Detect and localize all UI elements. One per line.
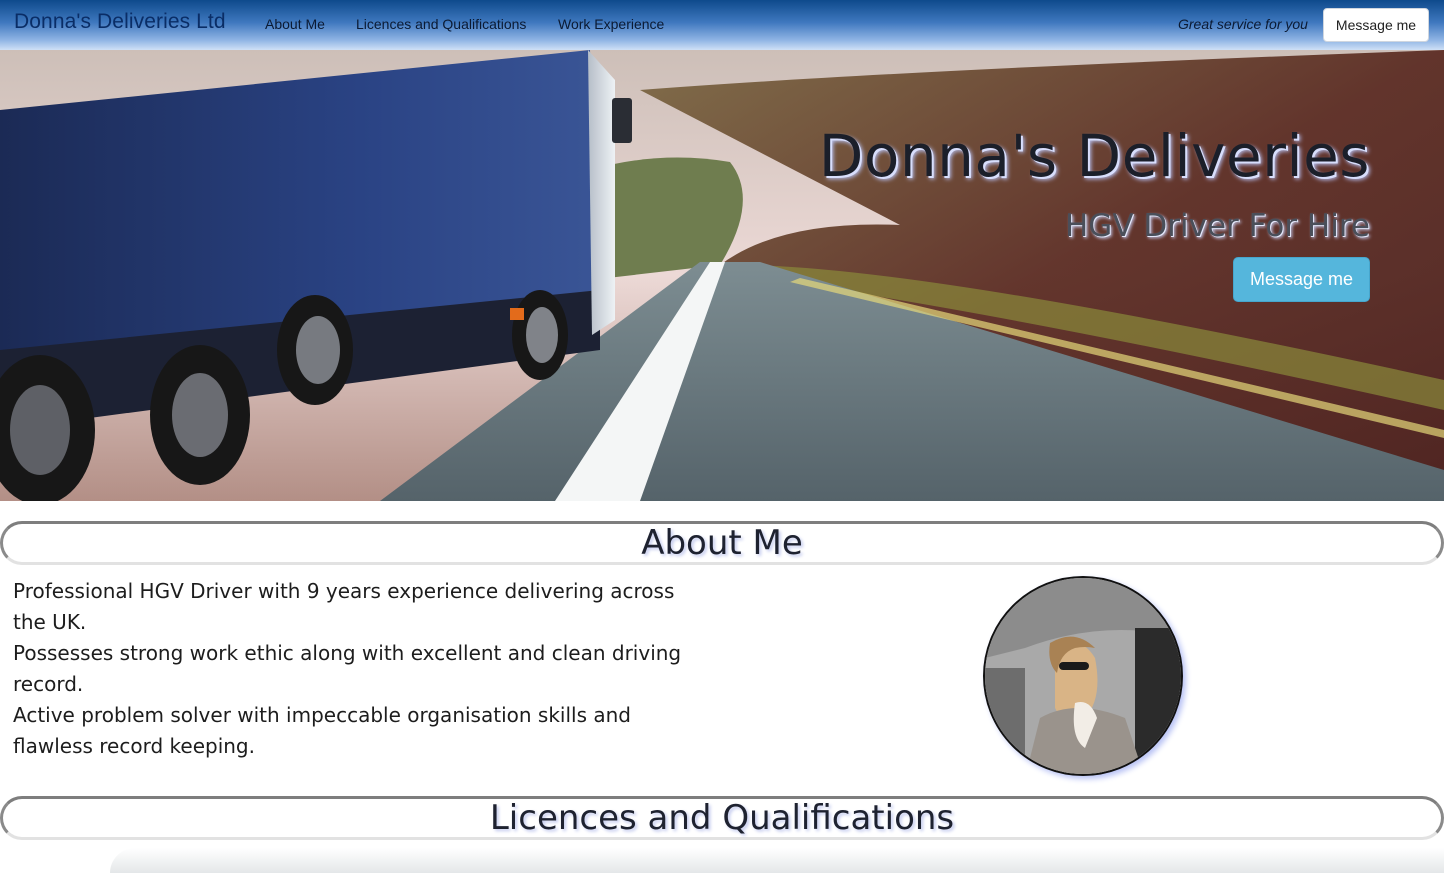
hero-banner: Donna's Deliveries HGV Driver For Hire M… <box>0 50 1444 501</box>
top-navbar: Donna's Deliveries Ltd About Me Licences… <box>0 0 1444 50</box>
profile-photo-image <box>985 578 1181 774</box>
hero-message-button[interactable]: Message me <box>1233 257 1370 302</box>
licences-heading: Licences and Qualifications <box>489 798 955 838</box>
navbar-message-button[interactable]: Message me <box>1323 8 1429 42</box>
about-paragraph: Active problem solver with impeccable or… <box>13 703 631 758</box>
next-section-edge <box>110 848 1444 873</box>
hero-title: Donna's Deliveries <box>818 122 1370 190</box>
about-paragraph: Professional HGV Driver with 9 years exp… <box>13 579 675 634</box>
licences-section-header: Licences and Qualifications <box>0 796 1444 840</box>
about-section-header: About Me <box>0 521 1444 565</box>
about-heading: About Me <box>641 523 803 563</box>
navbar-tagline: Great service for you <box>1178 16 1308 32</box>
brand-link[interactable]: Donna's Deliveries Ltd <box>14 10 226 34</box>
profile-photo <box>983 576 1183 776</box>
hero-truck-road-image <box>0 50 1444 501</box>
about-paragraph: Possesses strong work ethic along with e… <box>13 641 682 696</box>
nav-link-licences[interactable]: Licences and Qualifications <box>356 16 526 32</box>
nav-link-work-experience[interactable]: Work Experience <box>558 16 664 32</box>
about-text: Professional HGV Driver with 9 years exp… <box>13 576 713 762</box>
hero-subtitle: HGV Driver For Hire <box>1065 208 1370 244</box>
nav-link-about-me[interactable]: About Me <box>265 16 325 32</box>
